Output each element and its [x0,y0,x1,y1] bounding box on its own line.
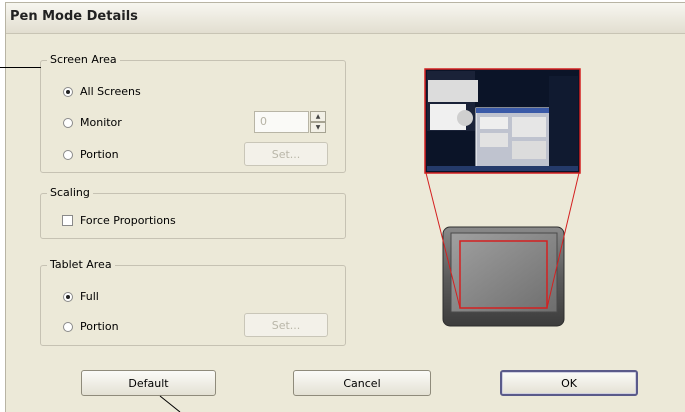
cancel-button[interactable]: Cancel [293,370,431,396]
tablet-portion-label: Portion [80,320,119,333]
tablet-set-button[interactable]: Set... [244,313,328,337]
radio-indicator[interactable] [63,291,73,302]
monitor-number-field[interactable]: 0 [254,111,309,133]
all-screens-label: All Screens [80,85,141,98]
full-radio[interactable]: Full [63,290,99,303]
title-bar: Pen Mode Details [6,3,685,34]
all-screens-radio[interactable]: All Screens [63,85,141,98]
monitor-label: Monitor [80,116,122,129]
full-label: Full [80,290,99,303]
callout-line-screen-area [0,67,41,68]
radio-indicator[interactable] [63,86,73,97]
spinner-up-icon[interactable]: ▲ [310,111,326,122]
scaling-legend: Scaling [47,186,93,200]
default-button[interactable]: Default [81,370,216,396]
radio-indicator[interactable] [63,117,73,128]
ok-button[interactable]: OK [500,370,638,396]
screen-area-legend: Screen Area [47,53,120,67]
force-proportions-label: Force Proportions [80,214,176,227]
force-proportions-checkbox[interactable]: Force Proportions [62,214,176,227]
screen-portion-radio[interactable]: Portion [63,148,119,161]
spinner-buttons: ▲ ▼ [310,111,326,133]
radio-indicator[interactable] [63,149,73,160]
monitor-radio[interactable]: Monitor [63,116,122,129]
dialog-title: Pen Mode Details [10,9,138,24]
checkbox-indicator[interactable] [62,215,73,226]
tablet-area-legend: Tablet Area [47,258,115,272]
monitor-spinner[interactable]: 0 ▲ ▼ [254,111,327,133]
tablet-portion-radio[interactable]: Portion [63,320,119,333]
spinner-down-icon[interactable]: ▼ [310,122,326,133]
screen-portion-label: Portion [80,148,119,161]
screen-set-button[interactable]: Set... [244,142,328,166]
radio-indicator[interactable] [63,321,73,332]
